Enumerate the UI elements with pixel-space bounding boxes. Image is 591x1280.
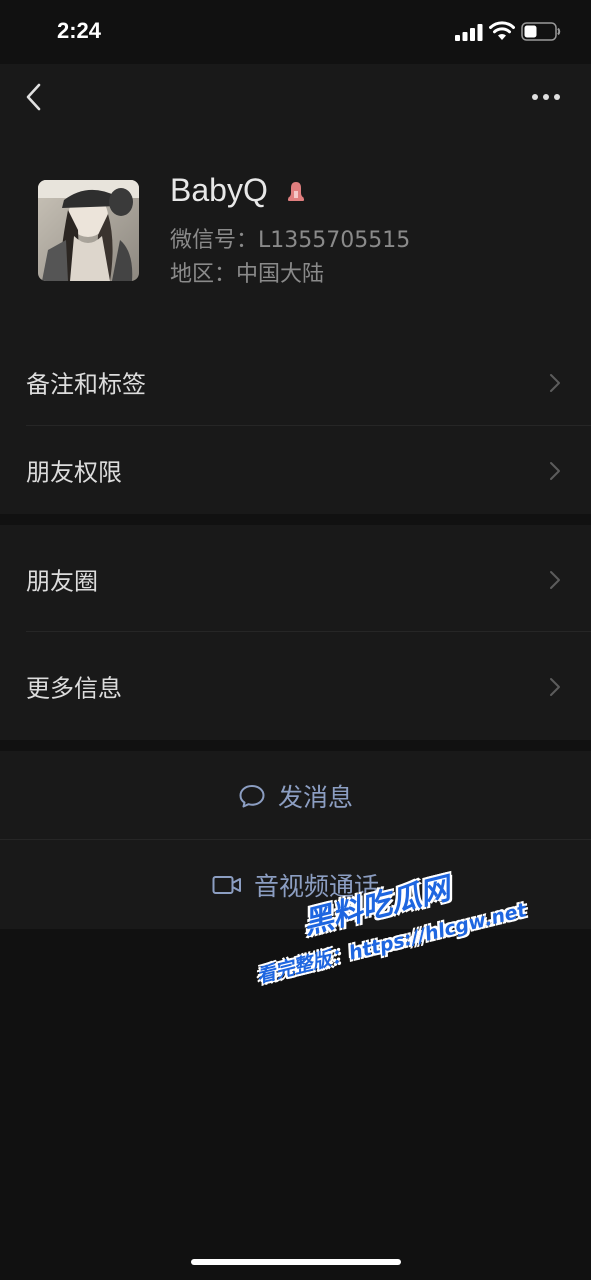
region: 地区：中国大陆 — [170, 256, 324, 288]
battery-icon — [521, 22, 561, 41]
remark-and-tags-row[interactable]: 备注和标签 — [0, 338, 591, 426]
send-message-content: 发消息 — [0, 778, 591, 814]
row-label: 朋友权限 — [26, 458, 122, 487]
chevron-right-icon — [550, 570, 560, 589]
status-bar: 2:24 — [0, 0, 591, 64]
status-time: 2:24 — [57, 18, 102, 43]
nav-bar — [0, 64, 591, 132]
profile-name: BabyQ — [170, 172, 268, 208]
chat-bubble-icon — [239, 784, 265, 807]
avatar[interactable] — [38, 180, 139, 281]
settings-group-1: 备注和标签 朋友权限 — [0, 338, 591, 514]
home-indicator[interactable] — [191, 1259, 401, 1265]
send-message-label: 发消息 — [277, 782, 353, 812]
row-label: 朋友圈 — [26, 567, 98, 595]
chevron-right-icon — [550, 677, 560, 696]
contact-profile-screen: 2:24 BabyQ 微信号：L1355705515 地区：中国大陆 备注和标签… — [0, 0, 591, 1280]
region-label: 地区： — [170, 262, 237, 287]
region-value: 中国大陆 — [236, 262, 325, 287]
chevron-right-icon — [550, 374, 560, 392]
wechat-id-value: L1355705515 — [258, 228, 411, 253]
more-options-icon[interactable] — [524, 82, 568, 112]
friend-permissions-row[interactable]: 朋友权限 — [0, 426, 591, 514]
row-label: 更多信息 — [26, 674, 122, 702]
female-icon — [288, 182, 304, 201]
signal-icon — [455, 24, 483, 41]
wifi-icon — [489, 21, 515, 40]
more-info-row[interactable]: 更多信息 — [0, 632, 591, 739]
wechat-id-label: 微信号： — [170, 228, 259, 253]
send-message-button[interactable]: 发消息 — [0, 751, 591, 840]
profile-header: BabyQ 微信号：L1355705515 地区：中国大陆 — [0, 132, 591, 338]
back-button[interactable] — [18, 80, 52, 114]
moments-row[interactable]: 朋友圈 — [0, 525, 591, 632]
chevron-right-icon — [550, 462, 560, 480]
settings-group-2: 朋友圈 更多信息 — [0, 525, 591, 740]
video-camera-icon — [212, 875, 241, 894]
wechat-id: 微信号：L1355705515 — [170, 222, 410, 254]
row-label: 备注和标签 — [26, 370, 146, 399]
